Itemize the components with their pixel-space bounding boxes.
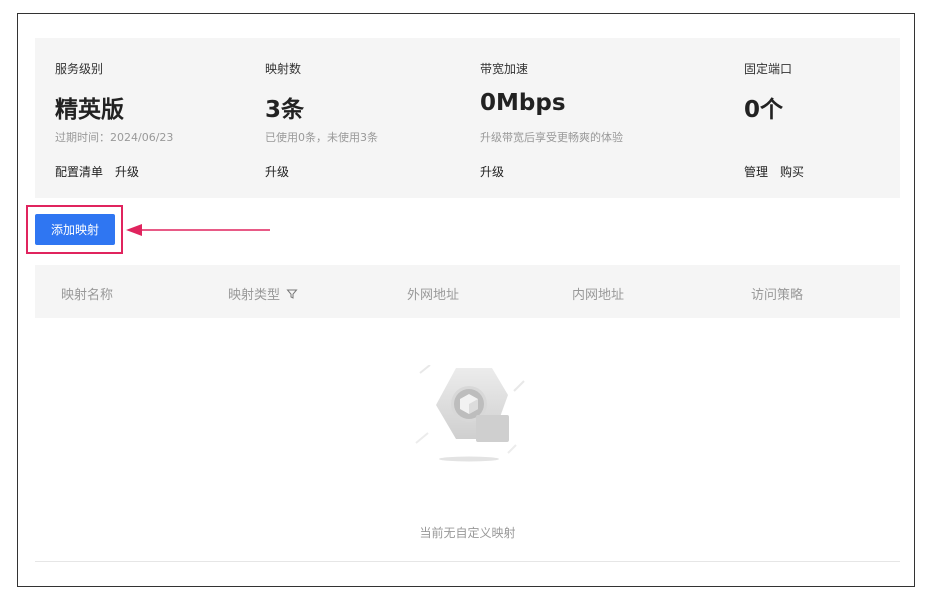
empty-state-text: 当前无自定义映射 [419, 526, 516, 540]
upgrade-service-link[interactable]: 升级 [115, 165, 139, 179]
stat-subtext: 已使用0条，未使用3条 [265, 131, 378, 144]
stat-actions: 升级 [480, 163, 516, 180]
add-mapping-button[interactable]: 添加映射 [35, 214, 115, 245]
column-header-private-address: 内网地址 [572, 288, 625, 303]
arrow-pointer-icon [126, 224, 270, 236]
config-list-link[interactable]: 配置清单 [55, 165, 103, 179]
stat-label: 映射数 [265, 62, 302, 76]
filter-icon[interactable] [286, 288, 298, 300]
service-stats-panel: 服务级别 精英版 过期时间：2024/06/23 配置清单 升级 映射数 3条 已… [35, 38, 900, 198]
column-header-type-label: 映射类型 [228, 288, 281, 303]
stat-subtext: 过期时间：2024/06/23 [55, 131, 174, 144]
stat-value: 精英版 [55, 97, 124, 123]
column-header-access-policy: 访问策略 [751, 288, 804, 303]
column-header-type: 映射类型 [228, 284, 298, 303]
upgrade-mapping-link[interactable]: 升级 [265, 165, 289, 179]
stat-actions: 升级 [265, 163, 301, 180]
stat-label: 固定端口 [744, 62, 793, 76]
table-header: 映射名称 映射类型 外网地址 内网地址 访问策略 [35, 265, 900, 318]
stat-actions: 管理 购买 [744, 163, 816, 180]
stat-value: 0Mbps [480, 90, 566, 116]
column-header-name: 映射名称 [61, 288, 114, 303]
stat-label: 服务级别 [55, 62, 104, 76]
stat-actions: 配置清单 升级 [55, 163, 151, 180]
stat-subtext: 升级带宽后享受更畅爽的体验 [480, 131, 623, 144]
stat-label: 带宽加速 [480, 62, 529, 76]
table-bottom-divider [35, 561, 900, 562]
column-header-public-address: 外网地址 [407, 288, 460, 303]
manage-port-link[interactable]: 管理 [744, 165, 768, 179]
stat-value: 0个 [744, 97, 784, 123]
upgrade-bandwidth-link[interactable]: 升级 [480, 165, 504, 179]
buy-port-link[interactable]: 购买 [780, 165, 804, 179]
empty-state-icon [415, 365, 525, 462]
stat-value: 3条 [265, 97, 305, 123]
